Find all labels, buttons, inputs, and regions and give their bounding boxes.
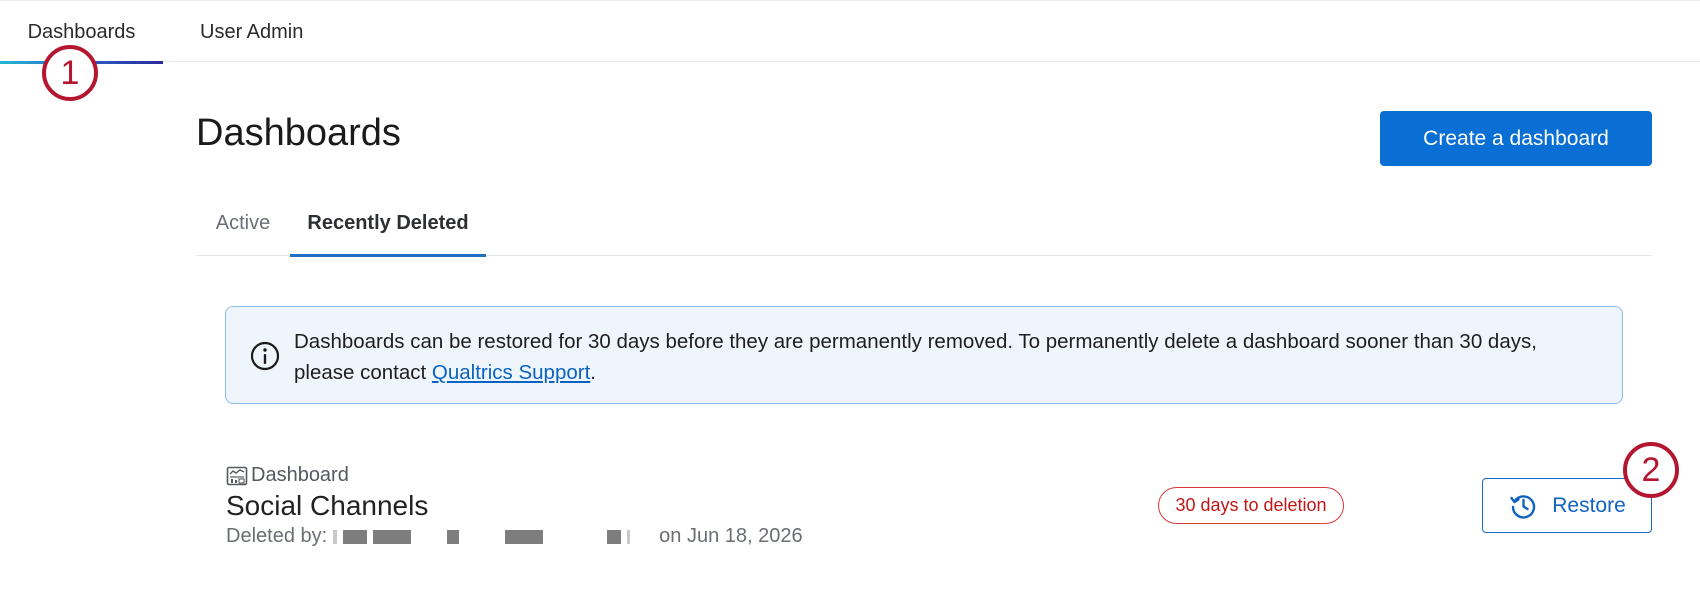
dashboard-icon	[226, 466, 248, 485]
callout-marker-1: 1	[42, 45, 98, 101]
deleted-by-line: Deleted by: on Jun 18, 2026	[226, 525, 803, 548]
tab-active[interactable]: Active	[196, 190, 290, 256]
tab-label: Active	[215, 211, 271, 234]
item-type: Dashboard	[226, 464, 349, 487]
callout-marker-2: 2	[1623, 442, 1679, 498]
info-banner: Dashboards can be restored for 30 days b…	[225, 306, 1623, 404]
info-banner-period: .	[590, 361, 596, 384]
page-title: Dashboards	[196, 112, 401, 154]
item-type-label: Dashboard	[251, 464, 349, 486]
redacted-user-name	[333, 529, 653, 544]
tab-recently-deleted[interactable]: Recently Deleted	[290, 190, 486, 257]
info-icon	[250, 341, 280, 371]
deleted-by-label: Deleted by:	[226, 525, 328, 547]
top-tab-user-admin[interactable]: User Admin	[200, 1, 303, 63]
top-nav: Dashboards User Admin	[0, 0, 1700, 64]
info-banner-text: Dashboards can be restored for 30 days b…	[294, 326, 1594, 388]
restore-button[interactable]: Restore	[1482, 478, 1652, 533]
tab-label: Recently Deleted	[307, 211, 469, 234]
dashboard-tabs: Active Recently Deleted	[196, 190, 1652, 257]
days-to-deletion-badge: 30 days to deletion	[1158, 487, 1344, 524]
top-tab-label: Dashboards	[27, 20, 136, 43]
qualtrics-support-link[interactable]: Qualtrics Support	[432, 361, 590, 384]
restore-label: Restore	[1552, 493, 1626, 517]
history-icon	[1510, 494, 1536, 519]
top-tab-label: User Admin	[200, 20, 304, 43]
create-dashboard-button[interactable]: Create a dashboard	[1380, 111, 1652, 166]
deleted-date: on Jun 18, 2026	[659, 525, 803, 547]
dashboard-name: Social Channels	[226, 490, 429, 521]
tab-active-indicator	[290, 254, 486, 257]
